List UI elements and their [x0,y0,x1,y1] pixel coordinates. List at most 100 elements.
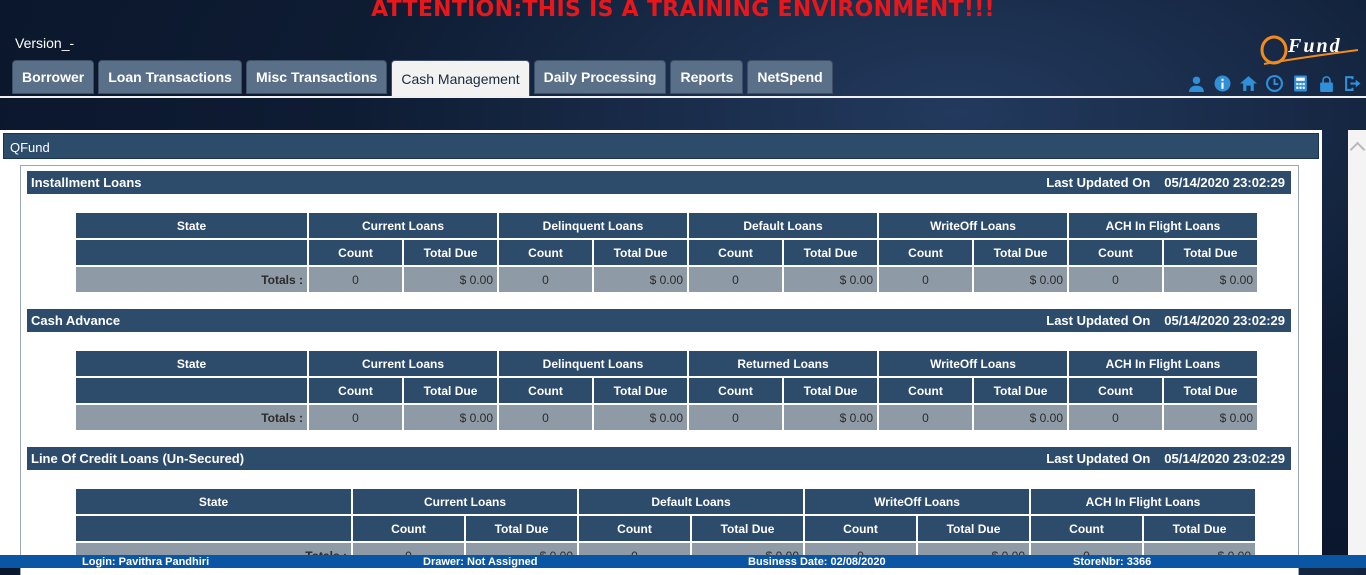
total-due-header: Total Due [1144,516,1255,541]
section-header: Installment Loans Last Updated On 05/14/20… [27,171,1291,194]
count-header: Count [499,378,592,403]
state-header: State [76,351,307,376]
info-icon[interactable] [1213,74,1232,93]
total-due: $ 0.00 [1164,405,1257,430]
total-due: $ 0.00 [594,405,687,430]
logo-text: Fund [1287,35,1342,57]
tab-loan-transactions[interactable]: Loan Transactions [98,60,242,94]
last-updated: Last Updated On 05/14/2020 23:02:29 [1046,175,1285,190]
count-header: Count [353,516,464,541]
total-due-header: Total Due [974,240,1067,265]
last-updated-value: 05/14/2020 23:02:29 [1164,175,1285,190]
group-header: Delinquent Loans [499,351,687,376]
section-title: Installment Loans [31,175,142,190]
home-icon[interactable] [1239,74,1258,93]
totals-row: Totals :0 $ 0.00 0 $ 0.00 0 $ 0.00 0 $ 0.00 0 $ 0… [76,405,1257,430]
total-due: $ 0.00 [1164,267,1257,292]
store-number-status: StoreNbr: 3366 [1073,556,1152,568]
group-header: Default Loans [579,489,803,514]
drawer-status: Drawer: Not Assigned [423,556,538,568]
total-due: $ 0.00 [404,405,497,430]
totals-label: Totals : [76,405,307,430]
last-updated-value: 05/14/2020 23:02:29 [1164,451,1285,466]
group-header: Returned Loans [689,351,877,376]
last-updated-value: 05/14/2020 23:02:29 [1164,313,1285,328]
group-header: WriteOff Loans [879,213,1067,238]
total-count: 0 [689,267,782,292]
total-due-header: Total Due [466,516,577,541]
section-2: Line Of Credit Loans (Un-Secured) Last Up… [27,447,1291,568]
group-header: Current Loans [309,213,497,238]
count-header: Count [689,240,782,265]
totals-label: Totals : [76,267,307,292]
group-header: ACH In Flight Loans [1069,351,1257,376]
last-updated-label: Last Updated On [1046,175,1151,190]
total-count: 0 [879,267,972,292]
group-header: WriteOff Loans [879,351,1067,376]
section-title: Cash Advance [31,313,121,328]
total-due-header: Total Due [1164,378,1257,403]
vertical-scrollbar[interactable] [1348,130,1366,568]
tab-borrower[interactable]: Borrower [12,60,95,94]
loans-summary-table: State Current Loans Delinquent Loans Defaul… [74,211,1259,294]
total-due: $ 0.00 [974,267,1067,292]
total-due: $ 0.00 [784,405,877,430]
tab-cash-management[interactable]: Cash Management [391,60,530,97]
total-due-header: Total Due [784,378,877,403]
count-header: Count [1069,378,1162,403]
version-label: Version_- [15,35,75,51]
clock-icon[interactable] [1265,74,1284,93]
calculator-icon[interactable] [1291,74,1310,93]
section-header: Cash Advance Last Updated On 05/14/2020 23… [27,309,1291,332]
total-count: 0 [309,267,402,292]
login-status: Login: Pavithra Pandhiri [82,556,210,568]
count-header: Count [805,516,916,541]
total-due-header: Total Due [404,240,497,265]
total-count: 0 [689,405,782,430]
count-header: Count [309,240,402,265]
tab-divider [0,96,1366,98]
count-header: Count [1069,240,1162,265]
last-updated: Last Updated On 05/14/2020 23:02:29 [1046,451,1285,466]
tab-misc-transactions[interactable]: Misc Transactions [245,60,388,94]
blank-header [76,516,351,541]
last-updated-label: Last Updated On [1046,451,1151,466]
total-due-header: Total Due [594,378,687,403]
blank-header [76,240,307,265]
count-header: Count [879,378,972,403]
last-updated: Last Updated On 05/14/2020 23:02:29 [1046,313,1285,328]
tab-netspend[interactable]: NetSpend [747,60,833,94]
user-icon[interactable] [1187,74,1206,93]
group-header: ACH In Flight Loans [1069,213,1257,238]
count-header: Count [879,240,972,265]
total-due-header: Total Due [1164,240,1257,265]
total-due-header: Total Due [784,240,877,265]
total-due: $ 0.00 [784,267,877,292]
lock-icon[interactable] [1317,74,1336,93]
toolbar-icons [1187,74,1362,93]
group-header: Current Loans [353,489,577,514]
summary-content: Installment Loans Last Updated On 05/14/20… [20,165,1299,575]
total-due-header: Total Due [404,378,497,403]
total-due: $ 0.00 [974,405,1067,430]
section-0: Installment Loans Last Updated On 05/14/20… [27,171,1291,292]
total-count: 0 [879,405,972,430]
total-due: $ 0.00 [404,267,497,292]
business-date-status: Business Date: 02/08/2020 [748,556,886,568]
training-banner: ATTENTION:THIS IS A TRAINING ENVIRONMENT… [371,0,995,22]
total-due-header: Total Due [692,516,803,541]
state-header: State [76,489,351,514]
tab-reports[interactable]: Reports [670,60,744,94]
total-count: 0 [499,267,592,292]
section-title: Line Of Credit Loans (Un-Secured) [31,451,245,466]
tab-daily-processing[interactable]: Daily Processing [533,60,667,94]
total-due-header: Total Due [918,516,1029,541]
panel-title: QFund [3,133,1319,159]
state-header: State [76,213,307,238]
total-count: 0 [309,405,402,430]
total-due: $ 0.00 [594,267,687,292]
logout-icon[interactable] [1343,74,1362,93]
scroll-up-icon[interactable] [1349,141,1366,158]
total-count: 0 [1069,405,1162,430]
main-panel: QFund Installment Loans Last Updated On 05… [0,130,1322,575]
